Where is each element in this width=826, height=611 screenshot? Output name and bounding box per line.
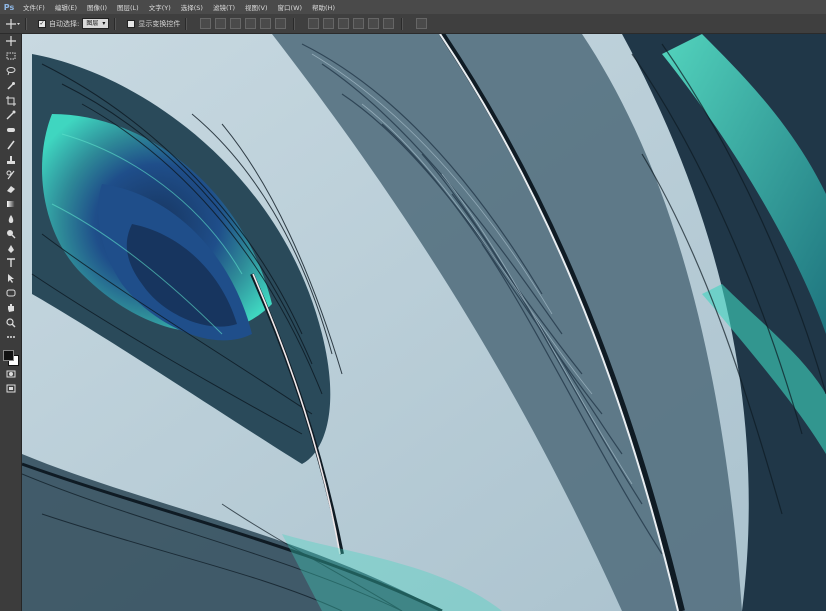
align-hcenter-icon[interactable] (260, 18, 272, 29)
crop-tool-icon[interactable] (0, 93, 21, 108)
distribute-top-icon[interactable] (308, 18, 320, 29)
menu-image[interactable]: 图像(I) (82, 2, 112, 12)
gradient-tool-icon[interactable] (0, 197, 21, 212)
quick-mask-icon[interactable] (0, 367, 21, 382)
pen-tool-icon[interactable] (0, 241, 21, 256)
menu-edit[interactable]: 编辑(E) (50, 2, 82, 12)
eraser-tool-icon[interactable] (0, 182, 21, 197)
menu-view[interactable]: 视图(V) (240, 2, 273, 12)
auto-select-label: 自动选择: (49, 19, 80, 28)
distribute-right-icon[interactable] (383, 18, 395, 29)
color-swatches[interactable] (0, 347, 21, 367)
type-tool-icon[interactable] (0, 256, 21, 271)
auto-align-icon[interactable] (414, 18, 429, 29)
distribute-hcenter-icon[interactable] (368, 18, 380, 29)
path-select-tool-icon[interactable] (0, 271, 21, 286)
auto-select-checkbox[interactable]: ✓ (38, 19, 46, 28)
brush-tool-icon[interactable] (0, 138, 21, 153)
move-tool-icon[interactable] (0, 34, 21, 49)
align-left-icon[interactable] (245, 18, 257, 29)
options-bar: ✓ 自动选择: 图层 ▾ 显示变换控件 (0, 14, 826, 34)
menu-help[interactable]: 帮助(H) (307, 2, 340, 12)
menu-bar: Ps 文件(F) 编辑(E) 图像(I) 图层(L) 文字(Y) 选择(S) 滤… (0, 0, 826, 14)
tools-panel (0, 34, 22, 611)
menu-file[interactable]: 文件(F) (18, 2, 50, 12)
menu-window[interactable]: 窗口(W) (273, 2, 308, 12)
marquee-tool-icon[interactable] (0, 49, 21, 64)
eyedropper-tool-icon[interactable] (0, 108, 21, 123)
divider (401, 17, 404, 30)
spot-heal-tool-icon[interactable] (0, 123, 21, 138)
blur-tool-icon[interactable] (0, 212, 21, 227)
lasso-tool-icon[interactable] (0, 64, 21, 79)
align-vcenter-icon[interactable] (215, 18, 227, 29)
photoshop-logo: Ps (3, 2, 15, 12)
menu-type[interactable]: 文字(Y) (144, 2, 176, 12)
hand-tool-icon[interactable] (0, 300, 21, 315)
screen-mode-icon[interactable] (0, 382, 21, 397)
divider (25, 17, 27, 30)
quick-select-tool-icon[interactable] (0, 78, 21, 93)
distribute-left-icon[interactable] (353, 18, 365, 29)
show-transform-checkbox[interactable] (127, 19, 136, 28)
zoom-tool-icon[interactable] (0, 315, 21, 330)
auto-select-value: 图层 (86, 20, 99, 27)
menu-filter[interactable]: 滤镜(T) (208, 2, 240, 12)
menu-select[interactable]: 选择(S) (176, 2, 208, 12)
shape-tool-icon[interactable] (0, 286, 21, 301)
more-tools-icon[interactable] (0, 330, 21, 345)
distribute-buttons (306, 18, 396, 29)
document-canvas[interactable] (22, 34, 826, 611)
align-buttons (198, 18, 288, 29)
dodge-tool-icon[interactable] (0, 226, 21, 241)
distribute-vcenter-icon[interactable] (323, 18, 335, 29)
divider (114, 17, 117, 30)
show-transform-label: 显示变换控件 (138, 19, 181, 28)
auto-select-dropdown[interactable]: 图层 ▾ (82, 18, 110, 29)
divider (293, 17, 296, 30)
foreground-color-swatch[interactable] (3, 349, 14, 361)
align-top-icon[interactable] (200, 18, 212, 29)
feather-artwork (22, 34, 826, 611)
align-right-icon[interactable] (275, 18, 287, 29)
chevron-down-icon: ▾ (102, 20, 106, 27)
align-bottom-icon[interactable] (230, 18, 242, 29)
distribute-bottom-icon[interactable] (338, 18, 350, 29)
divider (185, 17, 188, 30)
history-brush-tool-icon[interactable] (0, 167, 21, 182)
move-tool-preset-icon[interactable] (6, 18, 20, 29)
clone-stamp-tool-icon[interactable] (0, 152, 21, 167)
menu-layer[interactable]: 图层(L) (112, 2, 144, 12)
